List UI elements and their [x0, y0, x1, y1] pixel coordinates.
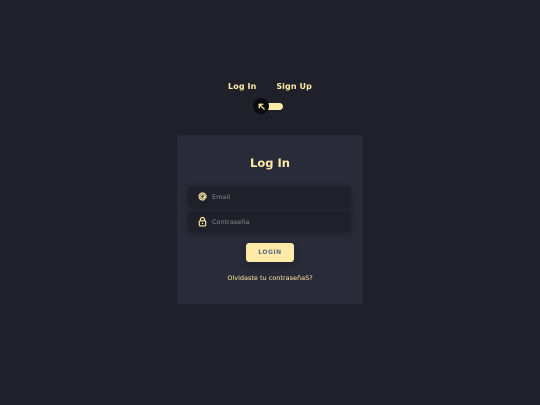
email-input[interactable]: [212, 186, 346, 207]
email-field[interactable]: [188, 186, 351, 207]
at-icon: [196, 190, 209, 203]
mode-labels: Log In Sign Up: [0, 82, 540, 91]
arrow-up-left-icon: [258, 103, 265, 110]
card-title: Log In: [250, 156, 290, 170]
password-input[interactable]: [212, 211, 346, 232]
password-field[interactable]: [188, 211, 351, 232]
mode-login-label[interactable]: Log In: [228, 82, 256, 91]
toggle-knob[interactable]: [253, 98, 269, 114]
mode-signup-label[interactable]: Sign Up: [276, 82, 312, 91]
login-button[interactable]: LOGIN: [246, 243, 294, 262]
forgot-password-link[interactable]: Olvidaste tu contraseñaS?: [177, 274, 363, 282]
lock-icon: [196, 215, 209, 228]
mode-toggle[interactable]: [253, 98, 283, 114]
login-page: Log In Sign Up Log In LOGI: [0, 0, 540, 405]
